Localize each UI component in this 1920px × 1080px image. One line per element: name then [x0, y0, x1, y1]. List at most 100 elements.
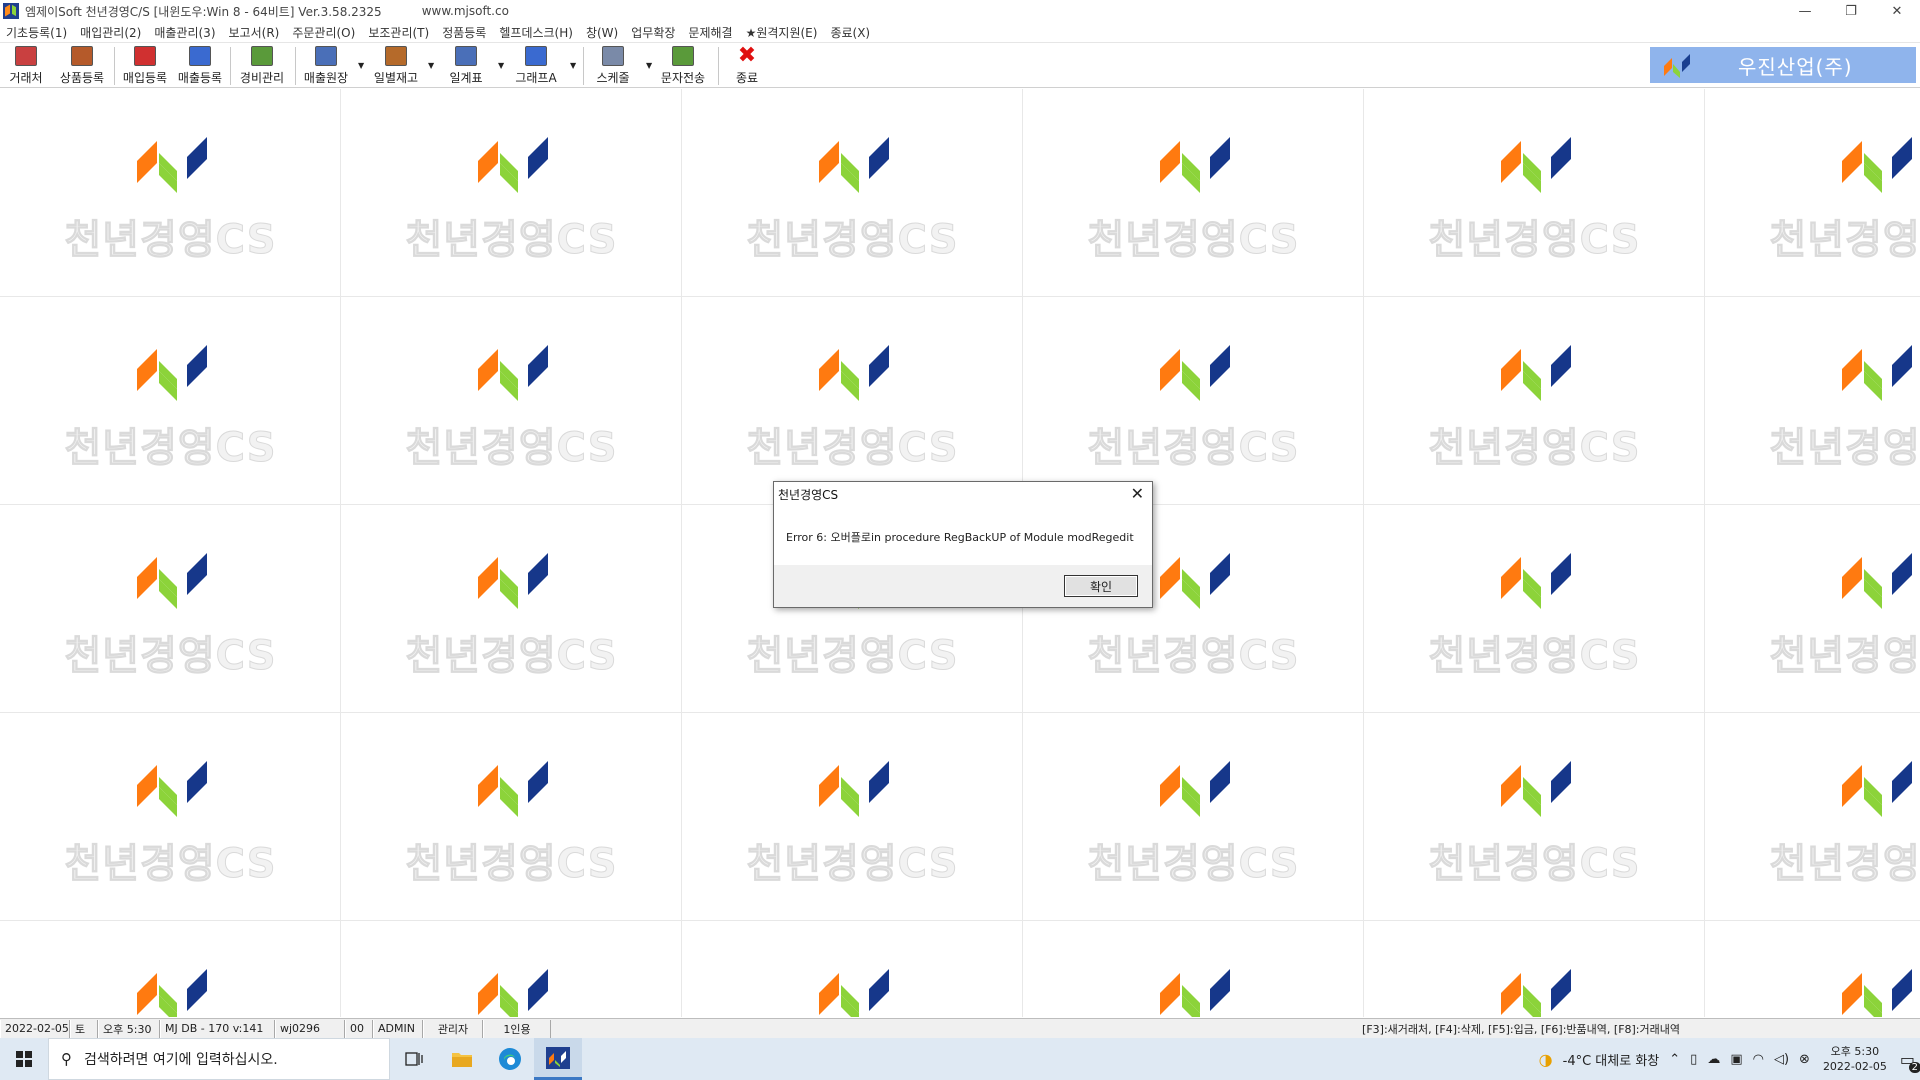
- toolbar-button-label: 스케줄: [596, 71, 630, 85]
- purchase-icon: [134, 46, 156, 66]
- wallpaper-tile: 천년경영CS: [1705, 89, 1920, 297]
- toolbar-separator: [295, 47, 296, 85]
- menu-item[interactable]: 매출관리(3): [154, 24, 215, 41]
- wallpaper-text: 천년경영CS: [1087, 633, 1300, 680]
- toolbar-separator: [583, 47, 584, 85]
- toolbar-button-label: 종료: [735, 71, 759, 85]
- toolbar-button-daily-report[interactable]: 일계표: [444, 46, 488, 86]
- status-bar: 2022-02-05 토 오후 5:30 MJ DB - 170 v:141 w…: [0, 1018, 1920, 1038]
- menu-item[interactable]: 매입관리(2): [80, 24, 141, 41]
- menu-item[interactable]: 종료(X): [830, 24, 870, 41]
- toolbar-button-label: 문자전송: [660, 71, 706, 85]
- taskbar-clock[interactable]: 오후 5:30 2022-02-05: [1823, 1044, 1887, 1074]
- daily-report-icon: [455, 46, 477, 66]
- menu-item[interactable]: 헬프데스크(H): [499, 24, 573, 41]
- tray-expand-icon[interactable]: ⌃: [1669, 1052, 1680, 1067]
- menu-item[interactable]: 보조관리(T): [368, 24, 429, 41]
- wallpaper-tile: 천년경영CS: [1705, 713, 1920, 921]
- network-icon[interactable]: ◠: [1753, 1052, 1764, 1067]
- toolbar-button-ledger[interactable]: 매출원장: [304, 46, 348, 86]
- menu-item[interactable]: ★원격지원(E): [746, 24, 818, 41]
- wallpaper-logo-icon: [478, 969, 548, 1017]
- dropdown-arrow-icon[interactable]: ▼: [498, 61, 504, 70]
- menu-item[interactable]: 주문관리(O): [292, 24, 355, 41]
- task-view-button[interactable]: [390, 1038, 438, 1080]
- wallpaper-logo-icon: [1160, 761, 1230, 817]
- minimize-button[interactable]: —: [1782, 0, 1828, 22]
- toolbar-button-product[interactable]: 상품등록: [60, 46, 104, 86]
- wallpaper-tile: 천년경영CS: [682, 89, 1023, 297]
- toolbar-button-purchase[interactable]: 매입등록: [123, 46, 167, 86]
- mjsoft-app-button[interactable]: [534, 1038, 582, 1080]
- wallpaper-text: 천년경영CS: [1769, 425, 1920, 472]
- toolbar-button-client[interactable]: 거래처: [4, 46, 48, 86]
- close-window-button[interactable]: ✕: [1874, 0, 1920, 22]
- wallpaper-tile: 천년경영CS: [1705, 505, 1920, 713]
- menu-item[interactable]: 업무확장: [631, 24, 675, 41]
- toolbar-button-sms[interactable]: 문자전송: [661, 46, 705, 86]
- wallpaper-tile: 천년경영CS: [1364, 505, 1705, 713]
- toolbar-button-graph[interactable]: 그래프A: [514, 46, 558, 86]
- toolbar-button-schedule[interactable]: 스케줄: [591, 46, 635, 86]
- sales-icon: [189, 46, 211, 66]
- menu-item[interactable]: 창(W): [586, 24, 618, 41]
- wallpaper-tile: 천년경영CS: [341, 505, 682, 713]
- title-bar: 엠제이Soft 천년경영C/S [내윈도우:Win 8 - 64비트] Ver.…: [0, 0, 1920, 22]
- toolbar-button-label: 상품등록: [59, 71, 105, 85]
- menu-item[interactable]: 문제해결: [688, 24, 732, 41]
- window-url: www.mjsoft.co: [421, 4, 509, 18]
- tray-app-icon[interactable]: ▣: [1730, 1052, 1742, 1067]
- wallpaper-tile: 천년경영CS: [0, 297, 341, 505]
- toolbar-button-sales[interactable]: 매출등록: [178, 46, 222, 86]
- wallpaper-tile: 천년경영CS: [0, 713, 341, 921]
- menu-item[interactable]: 정품등록: [442, 24, 486, 41]
- toolbar-button-expense[interactable]: 경비관리: [240, 46, 284, 86]
- wallpaper-tile: 천년경영CS: [1023, 713, 1364, 921]
- dialog-close-icon[interactable]: ✕: [1131, 484, 1144, 503]
- wallpaper-logo-icon: [819, 969, 889, 1017]
- wallpaper-text: 천년경영CS: [746, 841, 959, 888]
- dropdown-arrow-icon[interactable]: ▼: [646, 61, 652, 70]
- wallpaper-tile: 천년경영CS: [1364, 713, 1705, 921]
- edge-browser-button[interactable]: [486, 1038, 534, 1080]
- toolbar-button-inventory[interactable]: 일별재고: [374, 46, 418, 86]
- dropdown-arrow-icon[interactable]: ▼: [570, 61, 576, 70]
- wallpaper-text: 천년경영CS: [1087, 425, 1300, 472]
- weather-text[interactable]: -4°C 대체로 화창: [1563, 1050, 1660, 1069]
- wallpaper-tile: 천년경영CS: [0, 921, 341, 1017]
- notification-count: 2: [1908, 1061, 1920, 1073]
- file-explorer-button[interactable]: [438, 1038, 486, 1080]
- taskbar-search[interactable]: ⚲ 검색하려면 여기에 입력하십시오.: [48, 1038, 390, 1080]
- menu-item[interactable]: 기초등록(1): [6, 24, 67, 41]
- wallpaper-tile: 천년경영CS: [682, 713, 1023, 921]
- ok-button[interactable]: 확인: [1064, 575, 1138, 597]
- weather-icon[interactable]: ◑: [1539, 1050, 1553, 1069]
- dropdown-arrow-icon[interactable]: ▼: [428, 61, 434, 70]
- tray-status-icon[interactable]: ⊗: [1799, 1052, 1810, 1067]
- wallpaper-logo-icon: [478, 345, 548, 401]
- toolbar-button-exit[interactable]: ✖ 종료: [725, 45, 769, 86]
- restore-button[interactable]: ❐: [1828, 0, 1874, 22]
- wallpaper-text: 천년경영CS: [405, 217, 618, 264]
- window-controls: — ❐ ✕: [1782, 0, 1920, 22]
- toolbar-separator: [230, 47, 231, 85]
- wallpaper-logo-icon: [819, 761, 889, 817]
- wallpaper-tile: 천년경영CS: [1705, 297, 1920, 505]
- toolbar: 우진산업(주) 거래처 상품등록 매입등록 매출등록 경비관리 매출원장 일별재고 일계표 그래…: [0, 42, 1920, 88]
- onedrive-icon[interactable]: ☁: [1707, 1052, 1720, 1067]
- start-button[interactable]: [0, 1038, 48, 1080]
- status-db: MJ DB - 170 v:141: [160, 1019, 275, 1038]
- wallpaper-text: 천년경영CS: [64, 217, 277, 264]
- status-hotkey-hint: [F3]:새거래처, [F4]:삭제, [F5]:입금, [F6]:반품내역, …: [1362, 1022, 1680, 1036]
- menu-item[interactable]: 보고서(R): [229, 24, 280, 41]
- wallpaper-tile: 천년경영CS: [682, 297, 1023, 505]
- wallpaper-logo-icon: [478, 137, 548, 193]
- wallpaper-tile: 천년경영CS: [1023, 89, 1364, 297]
- search-icon: ⚲: [61, 1050, 72, 1068]
- dropdown-arrow-icon[interactable]: ▼: [358, 61, 364, 70]
- tray-device-icon[interactable]: ▯: [1690, 1052, 1697, 1067]
- graph-icon: [525, 46, 547, 66]
- volume-icon[interactable]: ◁): [1774, 1052, 1789, 1067]
- notification-icon[interactable]: ▭ 2: [1900, 1050, 1920, 1073]
- wallpaper-tile: 천년경영CS: [682, 921, 1023, 1017]
